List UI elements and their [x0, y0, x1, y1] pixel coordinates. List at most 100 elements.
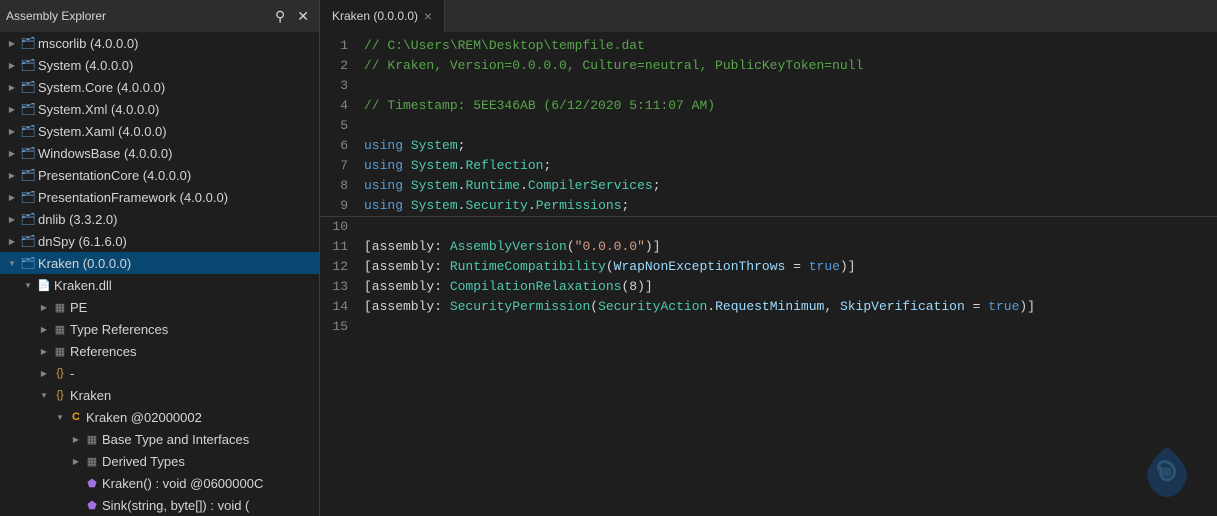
line-number-10: 10 — [320, 217, 360, 237]
line-content-8: using System.Runtime.CompilerServices; — [360, 176, 1217, 196]
code-line-8: 8 using System.Runtime.CompilerServices; — [320, 176, 1217, 196]
sidebar-item-dnlib[interactable]: 🗂 dnlib (3.3.2.0) — [0, 208, 319, 230]
icon-derived-types: ▦ — [84, 453, 100, 469]
line-content-9: using System.Security.Permissions; — [360, 196, 1217, 216]
arrow-mscorlib — [4, 35, 20, 51]
arrow-kraken-ns — [36, 387, 52, 403]
icon-type-references: ▦ — [52, 321, 68, 337]
label-dnspy: dnSpy (6.1.6.0) — [38, 234, 127, 249]
line-number-14: 14 — [320, 297, 360, 317]
label-kraken: Kraken (0.0.0.0) — [38, 256, 131, 271]
arrow-kraken-dll — [20, 277, 36, 293]
sidebar-item-mscorlib[interactable]: 🗂 mscorlib (4.0.0.0) — [0, 32, 319, 54]
sidebar-item-kraken-dll[interactable]: 📄 Kraken.dll — [0, 274, 319, 296]
arrow-dash — [36, 365, 52, 381]
code-line-5: 5 — [320, 116, 1217, 136]
label-mscorlib: mscorlib (4.0.0.0) — [38, 36, 138, 51]
code-line-9: 9 using System.Security.Permissions; — [320, 196, 1217, 216]
icon-assembly-dnlib: 🗂 — [20, 211, 36, 227]
arrow-kraken-ctor — [68, 475, 84, 491]
arrow-system — [4, 57, 20, 73]
line-number-11: 11 — [320, 237, 360, 257]
sidebar-item-references[interactable]: ▦ References — [0, 340, 319, 362]
code-line-11: 11 [assembly: AssemblyVersion("0.0.0.0")… — [320, 237, 1217, 257]
arrow-derived-types — [68, 453, 84, 469]
sidebar-item-system[interactable]: 🗂 System (4.0.0.0) — [0, 54, 319, 76]
sidebar-item-kraken-class[interactable]: C Kraken @02000002 — [0, 406, 319, 428]
icon-dll-kraken: 📄 — [36, 277, 52, 293]
icon-kraken-ctor: ⬟ — [84, 475, 100, 491]
arrow-dnspy — [4, 233, 20, 249]
tab-bar: Kraken (0.0.0.0) × — [320, 0, 1217, 32]
sidebar-item-kraken-namespace[interactable]: {} Kraken — [0, 384, 319, 406]
sidebar-item-kraken[interactable]: 🗂 Kraken (0.0.0.0) — [0, 252, 319, 274]
label-base-type: Base Type and Interfaces — [102, 432, 249, 447]
icon-assembly-system-core: 🗂 — [20, 79, 36, 95]
arrow-references — [36, 343, 52, 359]
sidebar-item-sink[interactable]: ⬟ Sink(string, byte[]) : void ( — [0, 494, 319, 516]
sidebar-item-system-core[interactable]: 🗂 System.Core (4.0.0.0) — [0, 76, 319, 98]
sidebar-item-pe[interactable]: ▦ PE — [0, 296, 319, 318]
icon-assembly-system-xaml: 🗂 — [20, 123, 36, 139]
code-editor[interactable]: 1 // C:\Users\REM\Desktop\tempfile.dat 2… — [320, 32, 1217, 341]
icon-kraken-ns: {} — [52, 387, 68, 403]
line-number-7: 7 — [320, 156, 360, 176]
sidebar[interactable]: 🗂 mscorlib (4.0.0.0) 🗂 System (4.0.0.0) … — [0, 32, 320, 516]
sidebar-item-dnspy[interactable]: 🗂 dnSpy (6.1.6.0) — [0, 230, 319, 252]
arrow-type-references — [36, 321, 52, 337]
icon-base-type: ▦ — [84, 431, 100, 447]
icon-assembly-dnspy: 🗂 — [20, 233, 36, 249]
label-system: System (4.0.0.0) — [38, 58, 133, 73]
sidebar-item-system-xaml[interactable]: 🗂 System.Xaml (4.0.0.0) — [0, 120, 319, 142]
sidebar-item-base-type[interactable]: ▦ Base Type and Interfaces — [0, 428, 319, 450]
code-line-1: 1 // C:\Users\REM\Desktop\tempfile.dat — [320, 36, 1217, 56]
arrow-system-core — [4, 79, 20, 95]
sidebar-item-presentationcore[interactable]: 🗂 PresentationCore (4.0.0.0) — [0, 164, 319, 186]
icon-references: ▦ — [52, 343, 68, 359]
icon-assembly-mscorlib: 🗂 — [20, 35, 36, 51]
line-number-1: 1 — [320, 36, 360, 56]
sidebar-item-presentationframework[interactable]: 🗂 PresentationFramework (4.0.0.0) — [0, 186, 319, 208]
sidebar-item-derived-types[interactable]: ▦ Derived Types — [0, 450, 319, 472]
code-line-10: 10 — [320, 216, 1217, 237]
code-line-12: 12 [assembly: RuntimeCompatibility(WrapN… — [320, 257, 1217, 277]
close-panel-button[interactable]: ✕ — [293, 7, 313, 25]
sidebar-item-system-xml[interactable]: 🗂 System.Xml (4.0.0.0) — [0, 98, 319, 120]
main-content: 🗂 mscorlib (4.0.0.0) 🗂 System (4.0.0.0) … — [0, 32, 1217, 516]
label-kraken-class: Kraken @02000002 — [86, 410, 202, 425]
code-line-3: 3 — [320, 76, 1217, 96]
icon-kraken-class: C — [68, 409, 84, 425]
editor-container: 1 // C:\Users\REM\Desktop\tempfile.dat 2… — [320, 32, 1217, 516]
sidebar-item-type-references[interactable]: ▦ Type References — [0, 318, 319, 340]
label-system-core: System.Core (4.0.0.0) — [38, 80, 165, 95]
label-references: References — [70, 344, 136, 359]
label-pe: PE — [70, 300, 87, 315]
sidebar-item-windowsbase[interactable]: 🗂 WindowsBase (4.0.0.0) — [0, 142, 319, 164]
sidebar-item-kraken-ctor[interactable]: ⬟ Kraken() : void @0600000C — [0, 472, 319, 494]
label-sink: Sink(string, byte[]) : void ( — [102, 498, 249, 513]
arrow-windowsbase — [4, 145, 20, 161]
icon-assembly-presentationframework: 🗂 — [20, 189, 36, 205]
arrow-kraken-class — [52, 409, 68, 425]
line-number-6: 6 — [320, 136, 360, 156]
kraken-tab[interactable]: Kraken (0.0.0.0) × — [320, 0, 445, 32]
code-line-14: 14 [assembly: SecurityPermission(Securit… — [320, 297, 1217, 317]
label-derived-types: Derived Types — [102, 454, 185, 469]
sidebar-item-dash[interactable]: {} - — [0, 362, 319, 384]
line-number-9: 9 — [320, 196, 360, 216]
pin-button[interactable]: ⚲ — [271, 7, 289, 25]
label-kraken-dll: Kraken.dll — [54, 278, 112, 293]
line-content-1: // C:\Users\REM\Desktop\tempfile.dat — [360, 36, 1217, 56]
tab-close-button[interactable]: × — [424, 8, 432, 24]
line-number-15: 15 — [320, 317, 360, 337]
arrow-kraken — [4, 255, 20, 271]
arrow-pe — [36, 299, 52, 315]
top-bar: Assembly Explorer ⚲ ✕ Kraken (0.0.0.0) × — [0, 0, 1217, 32]
icon-assembly-system: 🗂 — [20, 57, 36, 73]
line-number-4: 4 — [320, 96, 360, 116]
icon-assembly-system-xml: 🗂 — [20, 101, 36, 117]
label-type-references: Type References — [70, 322, 168, 337]
icon-pe: ▦ — [52, 299, 68, 315]
arrow-system-xaml — [4, 123, 20, 139]
arrow-presentationframework — [4, 189, 20, 205]
